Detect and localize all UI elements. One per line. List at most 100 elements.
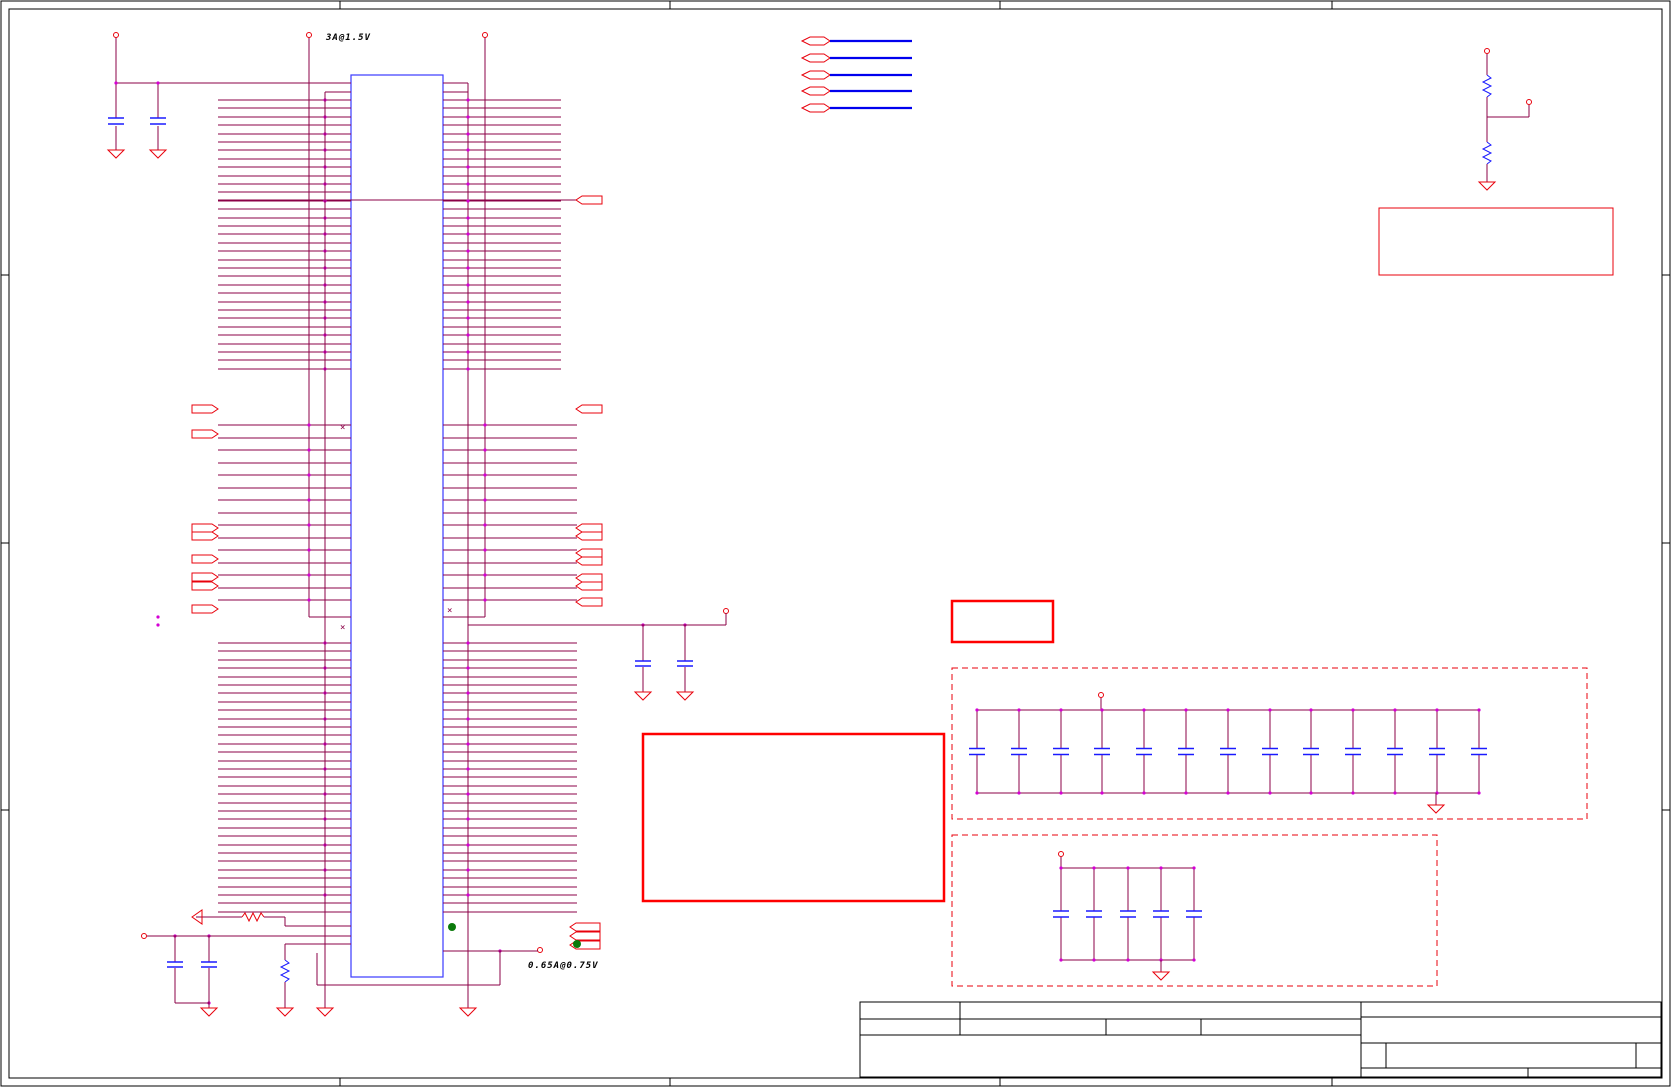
junction-dot bbox=[466, 792, 470, 796]
junction-dots bbox=[114, 81, 687, 1005]
ground-symbol-icon bbox=[1151, 971, 1171, 981]
junction-dot bbox=[1142, 791, 1146, 795]
junction-dot bbox=[466, 817, 470, 821]
ground-symbol-icon bbox=[633, 691, 653, 701]
junction-dot bbox=[114, 81, 118, 85]
test-point-icon[interactable] bbox=[448, 923, 456, 931]
decoupling-cap-row-1 bbox=[969, 698, 1487, 805]
junction-dot bbox=[466, 350, 470, 354]
right-pin-group bbox=[218, 99, 577, 913]
junction-dot bbox=[466, 148, 470, 152]
junction-dot bbox=[307, 473, 311, 477]
junction-dot bbox=[307, 548, 311, 552]
junction-dot bbox=[483, 573, 487, 577]
junction-dot bbox=[307, 498, 311, 502]
junction-dot bbox=[466, 232, 470, 236]
title-block bbox=[859, 1001, 1662, 1078]
ground-symbol-icon bbox=[106, 149, 126, 159]
ground-symbol-icon bbox=[199, 1007, 219, 1017]
inner-bus-lines bbox=[324, 91, 468, 977]
core-current-label: 0.65A@0.75V bbox=[528, 961, 599, 971]
junction-dot bbox=[483, 498, 487, 502]
junction-dot bbox=[1017, 791, 1021, 795]
junction-dot bbox=[466, 115, 470, 119]
ground-symbol-icon bbox=[1426, 804, 1446, 814]
top-decoupling-caps bbox=[108, 117, 166, 125]
top-power-rail bbox=[115, 37, 486, 1008]
supply-terminals bbox=[113, 32, 1532, 953]
junction-dot bbox=[466, 666, 470, 670]
left-pin-group bbox=[218, 99, 351, 913]
junction-dot bbox=[466, 868, 470, 872]
junction-dot bbox=[466, 742, 470, 746]
vdd-current-label: 3A@1.5V bbox=[325, 33, 371, 43]
junction-dot bbox=[1351, 708, 1355, 712]
voltage-divider bbox=[1481, 54, 1530, 182]
junction-dot bbox=[1142, 708, 1146, 712]
ground-symbols bbox=[106, 149, 1497, 1017]
note-box-small bbox=[950, 599, 1055, 644]
schematic-canvas: 3A@1.5V × × × 0.65A@0.75V bbox=[0, 0, 1671, 1087]
ground-symbol-icon bbox=[315, 1007, 335, 1017]
junction-dot bbox=[1092, 866, 1096, 870]
junction-dot bbox=[975, 708, 979, 712]
junction-dot bbox=[1268, 791, 1272, 795]
ground-symbol-icon bbox=[1477, 181, 1497, 191]
junction-dot bbox=[1435, 708, 1439, 712]
junction-dot bbox=[466, 843, 470, 847]
junction-dot bbox=[483, 548, 487, 552]
junction-dot bbox=[156, 623, 160, 627]
junction-dot bbox=[466, 199, 470, 203]
no-connect-mark: × bbox=[340, 423, 345, 433]
junction-dot bbox=[1100, 708, 1104, 712]
mid-decoupling bbox=[468, 613, 727, 692]
bottom-left-circuit bbox=[147, 909, 538, 1008]
left-offpage-ports bbox=[191, 404, 219, 614]
junction-dot bbox=[156, 615, 160, 619]
decoupling-cap-row-2 bbox=[1053, 857, 1202, 972]
junction-dot bbox=[1184, 708, 1188, 712]
mid-cap-plates bbox=[635, 660, 693, 667]
junction-dot bbox=[1184, 791, 1188, 795]
junction-dot bbox=[1192, 958, 1196, 962]
junction-dot bbox=[483, 448, 487, 452]
sheet-frame bbox=[0, 0, 1671, 1087]
junction-dot bbox=[1309, 708, 1313, 712]
junction-dot bbox=[1159, 866, 1163, 870]
junction-dot bbox=[1393, 708, 1397, 712]
junction-dot bbox=[466, 767, 470, 771]
junction-dot bbox=[1126, 958, 1130, 962]
junction-dot bbox=[1092, 958, 1096, 962]
junction-dot bbox=[1268, 708, 1272, 712]
junction-dot bbox=[307, 573, 311, 577]
junction-dot bbox=[1393, 791, 1397, 795]
note-box-large bbox=[641, 732, 946, 903]
junction-dot bbox=[466, 691, 470, 695]
junction-dot bbox=[307, 598, 311, 602]
ic-body bbox=[350, 74, 444, 978]
bus-signals bbox=[800, 36, 912, 113]
junction-dot bbox=[466, 893, 470, 897]
junction-dot bbox=[1059, 791, 1063, 795]
junction-dot bbox=[466, 249, 470, 253]
junction-dot bbox=[1309, 791, 1313, 795]
junction-dot bbox=[466, 165, 470, 169]
junction-dot bbox=[1477, 791, 1481, 795]
ground-symbol-icon bbox=[275, 1007, 295, 1017]
junction-dot bbox=[1477, 708, 1481, 712]
junction-dot bbox=[1059, 958, 1063, 962]
junction-dot bbox=[975, 791, 979, 795]
junction-dot bbox=[466, 300, 470, 304]
junction-dot bbox=[1192, 866, 1196, 870]
test-point-icon[interactable] bbox=[573, 940, 581, 948]
junction-dot bbox=[1017, 708, 1021, 712]
junction-dot bbox=[1100, 791, 1104, 795]
junction-dot bbox=[483, 598, 487, 602]
ground-symbol-icon bbox=[148, 149, 168, 159]
ground-symbol-icon bbox=[458, 1007, 478, 1017]
junction-dot bbox=[466, 283, 470, 287]
junction-dot bbox=[1059, 866, 1063, 870]
junction-dot bbox=[466, 182, 470, 186]
bottom-left-cap-plates bbox=[167, 961, 217, 968]
junction-dot bbox=[466, 717, 470, 721]
